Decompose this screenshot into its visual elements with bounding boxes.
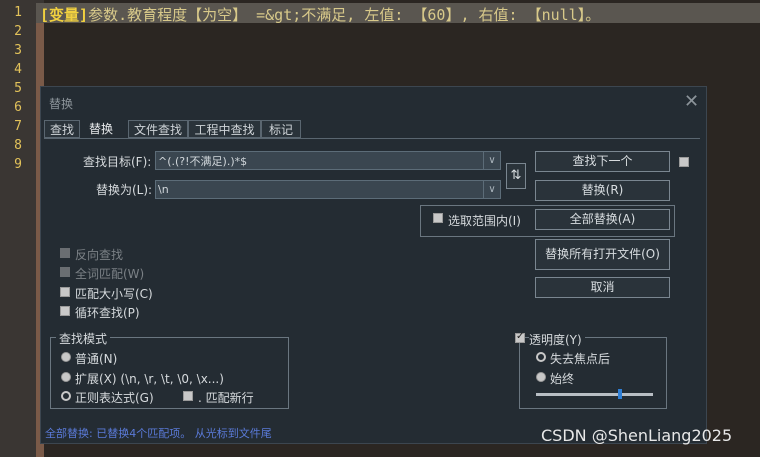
normal-mode-label: 普通(N)	[75, 352, 118, 366]
close-icon[interactable]: ✕	[684, 91, 699, 112]
transparency-slider[interactable]	[536, 393, 653, 396]
whole-word-checkbox[interactable]	[60, 267, 70, 277]
dot-newline-label: . 匹配新行	[198, 391, 254, 405]
find-combo[interactable]: ∨	[155, 151, 501, 170]
chevron-down-icon[interactable]: ∨	[483, 181, 500, 198]
line-number: 8	[14, 138, 22, 153]
line-number: 1	[14, 5, 22, 20]
extended-mode-radio[interactable]	[61, 372, 71, 382]
tab-mark[interactable]: 标记	[261, 120, 301, 138]
dialog-title: 替换	[49, 97, 74, 111]
extended-mode-label: 扩展(X) (\n, \r, \t, \0, \x...)	[75, 372, 224, 386]
tab-replace[interactable]: 替换	[83, 120, 119, 138]
wrap-around-checkbox[interactable]	[60, 306, 70, 316]
code-keyword: [变量]	[40, 6, 89, 24]
transparency-checkbox[interactable]	[515, 331, 525, 343]
replace-dialog: 替换 ✕ 查找 替换 文件查找 工程中查找 标记 查找目标(F): ∨ 替换为(…	[40, 86, 707, 444]
always-label: 始终	[550, 372, 575, 386]
code-text: 参数.教育程度【为空】 =&gt;不满足, 左值: 【60】, 右值: 【nul…	[88, 6, 601, 24]
status-message: 全部替换: 已替换4个匹配项。 从光标到文件尾	[45, 427, 272, 440]
dot-newline-checkbox[interactable]	[183, 391, 193, 401]
in-selection-label: 选取范围内(I)	[448, 214, 521, 228]
code-line-1[interactable]: [变量]参数.教育程度【为空】 =&gt;不满足, 左值: 【60】, 右值: …	[36, 3, 760, 24]
lose-focus-radio[interactable]	[536, 352, 546, 362]
in-selection-checkbox[interactable]	[433, 213, 443, 223]
replace-button[interactable]: 替换(R)	[535, 180, 670, 201]
regex-mode-radio[interactable]	[61, 391, 71, 401]
find-label: 查找目标(F):	[83, 155, 152, 169]
search-mode-title: 查找模式	[56, 330, 111, 347]
tab-find[interactable]: 查找	[44, 120, 80, 138]
always-radio[interactable]	[536, 372, 546, 382]
find-next-checkbox[interactable]	[679, 157, 689, 167]
line-number: 4	[14, 62, 22, 77]
cancel-button[interactable]: 取消	[535, 277, 670, 298]
match-case-checkbox[interactable]	[60, 287, 70, 297]
tab-find-in-project[interactable]: 工程中查找	[188, 120, 261, 138]
chevron-down-icon[interactable]: ∨	[483, 152, 500, 169]
replace-label: 替换为(L):	[96, 183, 153, 197]
whole-word-label: 全词匹配(W)	[75, 267, 145, 281]
replace-all-open-files-button[interactable]: 替换所有打开文件(O)	[535, 239, 670, 270]
line-number: 9	[14, 157, 22, 172]
line-number: 5	[14, 81, 22, 96]
transparency-title: 透明度(Y)	[529, 331, 585, 348]
replace-combo[interactable]: ∨	[155, 180, 501, 199]
backward-label: 反向查找	[75, 248, 124, 262]
find-input[interactable]	[158, 152, 478, 169]
lose-focus-label: 失去焦点后	[550, 352, 611, 366]
tab-find-in-files[interactable]: 文件查找	[128, 120, 188, 138]
backward-checkbox[interactable]	[60, 248, 70, 258]
transparency-slider-thumb[interactable]	[618, 389, 623, 399]
match-case-label: 匹配大小写(C)	[75, 287, 153, 301]
line-number: 6	[14, 100, 22, 115]
watermark: CSDN @ShenLiang2025	[541, 426, 733, 445]
line-number: 2	[14, 24, 22, 39]
replace-all-button[interactable]: 全部替换(A)	[535, 209, 670, 230]
find-next-button[interactable]: 查找下一个	[535, 151, 670, 172]
tab-divider	[44, 138, 700, 139]
line-number: 7	[14, 119, 22, 134]
swap-icon[interactable]: ⇅	[506, 163, 526, 189]
regex-mode-label: 正则表达式(G)	[75, 391, 154, 405]
line-number: 3	[14, 43, 22, 58]
normal-mode-radio[interactable]	[61, 352, 71, 362]
replace-input[interactable]	[158, 181, 478, 198]
wrap-around-label: 循环查找(P)	[75, 306, 140, 320]
